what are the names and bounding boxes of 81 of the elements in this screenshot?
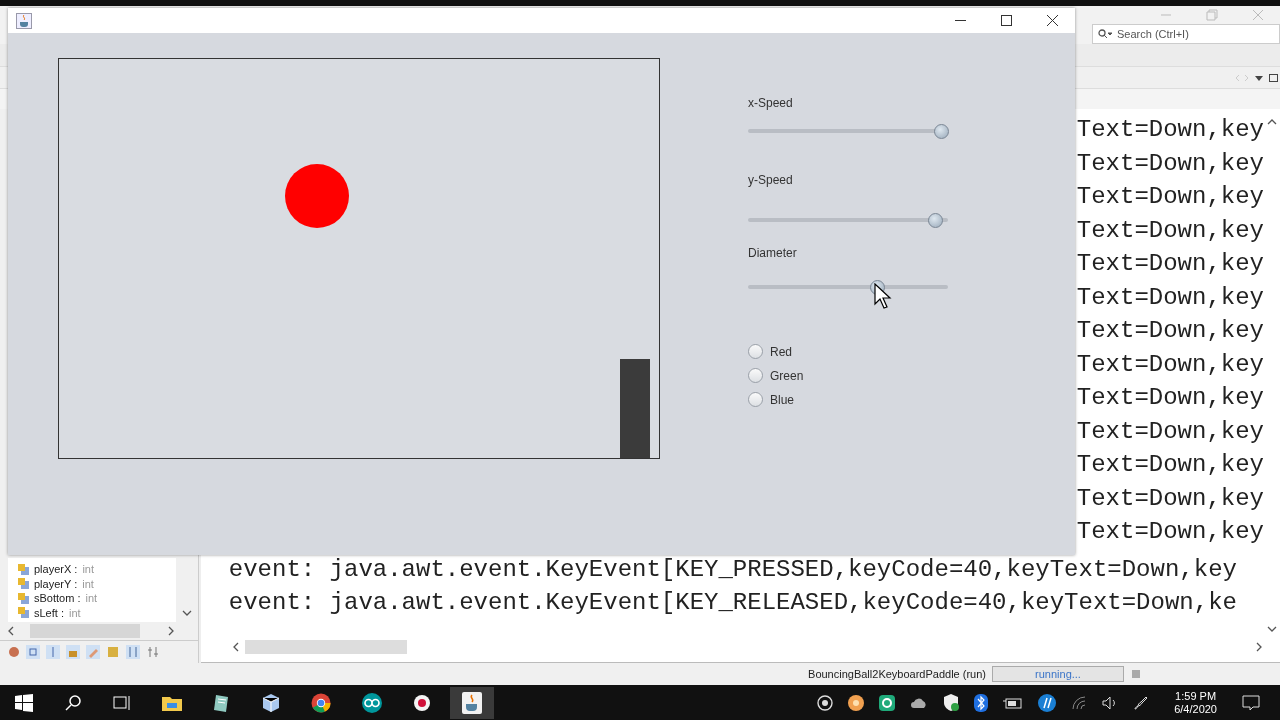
radio-label[interactable]: Blue: [770, 392, 795, 407]
output-line: Text=Down,key: [1076, 350, 1264, 378]
chevron-down-icon[interactable]: [1267, 626, 1277, 632]
search-icon[interactable]: [64, 693, 82, 712]
coffee-cup-icon: [16, 12, 32, 29]
app-icon[interactable]: [879, 694, 896, 711]
infinity-icon[interactable]: [362, 692, 382, 713]
output-line: Text=Down,key: [1076, 417, 1264, 445]
maximize-icon[interactable]: [1269, 73, 1278, 82]
output-line: Text=Down,key: [1076, 484, 1264, 512]
chevron-right-icon[interactable]: [167, 626, 174, 636]
scrollbar-thumb[interactable]: [30, 624, 140, 638]
shield-icon[interactable]: [943, 694, 960, 711]
field-name[interactable]: sBottom :: [34, 592, 81, 605]
output-line: Text=Down,key: [1076, 518, 1264, 546]
output-line: Text=Down,key: [1076, 216, 1264, 244]
output-line: Text=Down,key: [1076, 250, 1264, 278]
flower-icon[interactable]: [848, 694, 865, 711]
field-name[interactable]: sLeft :: [34, 606, 64, 619]
cube-icon[interactable]: [262, 692, 280, 713]
document-icon[interactable]: [213, 692, 231, 713]
windows-icon[interactable]: [15, 693, 33, 712]
field-icon: [18, 607, 29, 619]
wifi-icon[interactable]: [1071, 695, 1088, 710]
output-line: event: java.awt.event.KeyEvent[KEY_PRESSED,keyCode=40,keyText=Down,key: [228, 555, 1237, 583]
radio-button[interactable]: [748, 392, 763, 407]
status-text: BouncingBall2KeyboardPaddle (run): [808, 668, 986, 680]
output-line: Text=Down,key: [1076, 283, 1264, 311]
record-icon[interactable]: [413, 693, 431, 712]
field-type: int: [82, 563, 95, 576]
clock-time[interactable]: 1:59 PM: [1175, 689, 1217, 703]
clock-date[interactable]: 6/4/2020: [1174, 702, 1217, 716]
slider[interactable]: [748, 124, 948, 138]
chevron-down-icon[interactable]: [181, 610, 192, 616]
task-view-icon[interactable]: [113, 693, 131, 712]
field-name[interactable]: playerX :: [34, 563, 78, 576]
browser-icon[interactable]: [311, 692, 331, 713]
radio-button[interactable]: [748, 344, 763, 359]
notification-icon[interactable]: [1242, 694, 1260, 711]
field-icon: [18, 592, 29, 604]
output-line: Text=Down,key: [1076, 317, 1264, 345]
cloud-icon[interactable]: [910, 696, 929, 709]
maximize-icon: [1000, 15, 1012, 26]
field-type: int: [82, 577, 94, 590]
pen-icon[interactable]: [1133, 694, 1150, 711]
coffee-cup-icon: [462, 691, 482, 714]
field-icon: [18, 563, 29, 575]
target-icon[interactable]: [817, 694, 834, 711]
battery-icon[interactable]: [1003, 696, 1024, 709]
field-name[interactable]: playerY :: [34, 577, 78, 590]
radio-button[interactable]: [748, 368, 763, 383]
slider[interactable]: [748, 213, 948, 227]
output-line: Text=Down,key: [1076, 116, 1264, 144]
activity-box: running...: [992, 666, 1124, 682]
output-line: Text=Down,key: [1076, 149, 1264, 177]
slider-label: y-Speed: [748, 173, 794, 187]
search-field[interactable]: Search (Ctrl+I): [1092, 24, 1280, 44]
scrollbar-thumb[interactable]: [244, 640, 407, 654]
chevron-left-icon[interactable]: [8, 626, 14, 636]
slider[interactable]: [748, 280, 948, 294]
slider-thumb[interactable]: [934, 124, 949, 139]
slider-label: Diameter: [748, 246, 798, 260]
radio-label[interactable]: Red: [770, 344, 792, 359]
output-line: Text=Down,key: [1076, 451, 1264, 479]
bluetooth-icon[interactable]: [974, 693, 989, 712]
chevron-right-icon[interactable]: [1256, 642, 1262, 652]
output-line: Text=Down,key: [1076, 384, 1264, 412]
output-line: Text=Down,key: [1076, 183, 1264, 211]
close-icon: [1046, 15, 1058, 26]
field-icon: [18, 578, 29, 590]
field-type: int: [85, 592, 98, 605]
taskbar-button[interactable]: [450, 686, 494, 719]
circle-icon[interactable]: [1038, 693, 1057, 712]
slider-thumb[interactable]: [928, 213, 943, 228]
field-type: int: [68, 606, 81, 619]
output-line: event: java.awt.event.KeyEvent[KEY_RELEASED,keyCode=40,keyText=Down,ke: [228, 589, 1237, 617]
chevron-left-icon[interactable]: [232, 642, 239, 652]
radio-label[interactable]: Green: [770, 368, 804, 383]
chevron-up-icon[interactable]: [1267, 119, 1277, 125]
dropdown-icon[interactable]: [1255, 73, 1263, 82]
slider-label: x-Speed: [748, 96, 794, 110]
